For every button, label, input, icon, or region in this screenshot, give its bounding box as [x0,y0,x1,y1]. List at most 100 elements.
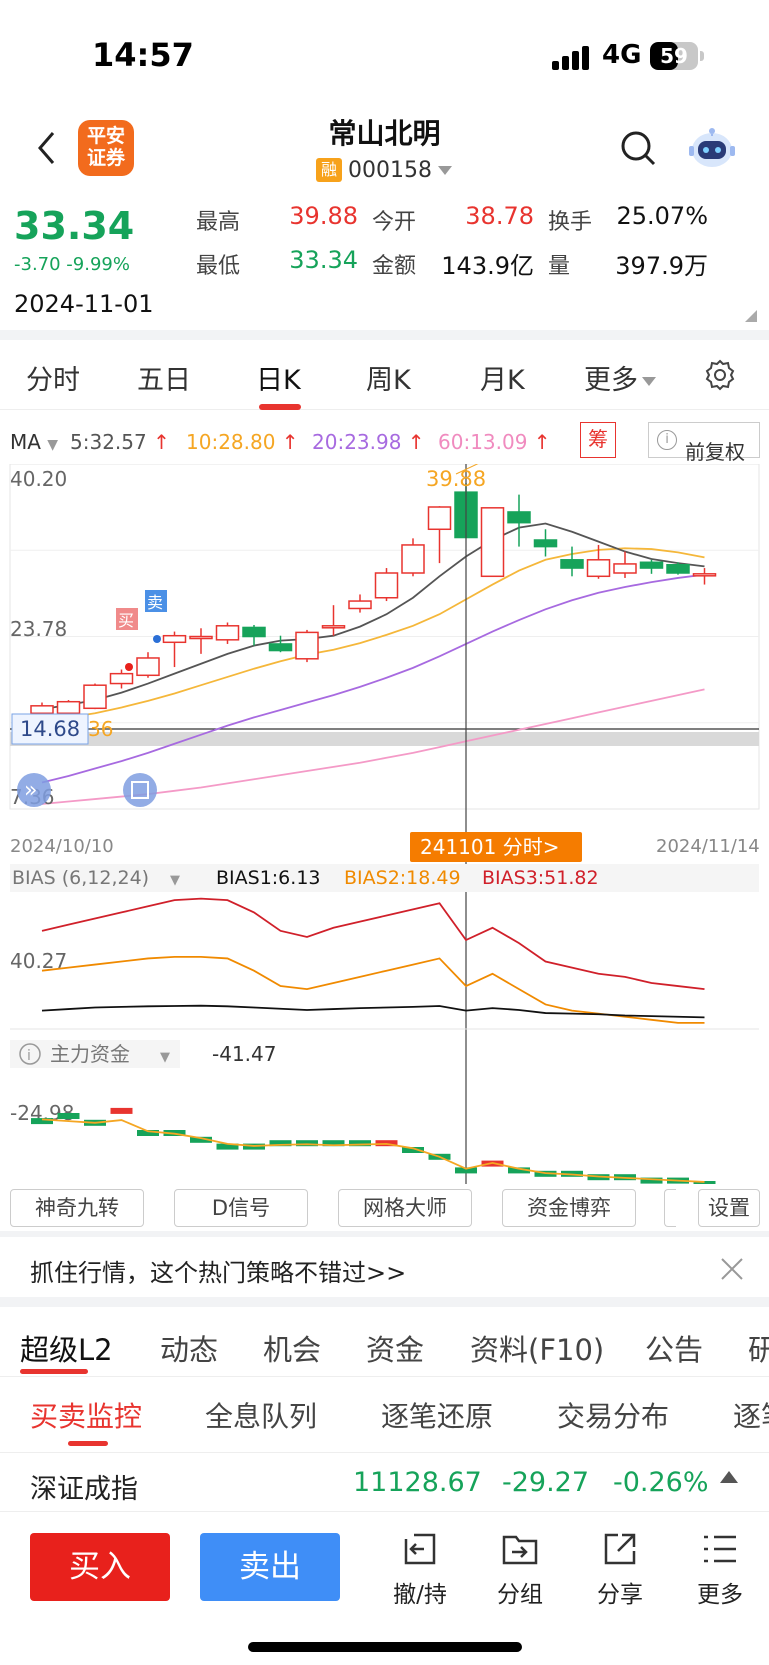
candle-body [295,631,319,660]
chevron-down-icon: ▼ [160,1050,170,1065]
tab-trade-monitor[interactable]: 买卖监控 [30,1395,142,1435]
index-ticker[interactable]: 深证成指 11128.67 -29.27 -0.26% [0,1452,769,1512]
candle-body [30,705,54,714]
tab-super-l2[interactable]: 超级L2 [20,1327,113,1369]
candle-body [242,626,266,638]
crosshair-price: 14.68 [20,717,80,741]
sell-button[interactable]: 卖出 [200,1533,340,1601]
ma5-line [41,522,705,711]
candle-body [374,572,399,599]
robot-assistant-icon[interactable] [686,122,738,174]
status-time: 14:57 [92,36,194,74]
strategy-grid-master-button[interactable]: 网格大师 [338,1189,472,1227]
strategy-toolbar: 神奇九转 D信号 网格大师 资金博弈 设置 [0,1185,769,1237]
kline-chart[interactable]: 买卖40.2023.787.3639.8814.6836»2024/10/102… [0,464,769,1184]
quote-date: 2024-11-01 [14,290,154,318]
stock-code-selector[interactable]: 融 000158 [316,156,452,184]
expand-corner-icon[interactable] [745,310,757,322]
strategy-d-signal-button[interactable]: D信号 [174,1189,308,1227]
promo-banner[interactable]: 抓住行情，这个热门策略不错过>> [0,1237,769,1297]
high-price-marker: 39.88 [426,467,486,491]
tab-research[interactable]: 研 [748,1327,769,1369]
tab-intraday[interactable]: 分时 [26,358,80,397]
candle-body [109,672,134,685]
candle-body [692,573,717,577]
chip-distribution-button[interactable]: 筹 [580,422,616,458]
ma5-value: 5:32.57 ↑ [70,430,170,454]
adjust-mode-button[interactable]: i 前复权 [648,422,760,464]
strategy-overflow-button[interactable] [664,1189,676,1227]
tab-tick-replay[interactable]: 逐笔还原 [381,1395,493,1435]
candle-body [215,625,240,641]
quote-label: 今开 [372,210,417,235]
quote-value: 397.9万 [615,252,708,280]
expand-up-icon[interactable] [720,1471,738,1483]
quote-value: 33.34 [289,246,358,274]
cancel-hold-button[interactable]: 撤/持 [380,1529,460,1609]
buy-button[interactable]: 买入 [30,1533,170,1601]
tab-trade-distribution[interactable]: 交易分布 [557,1395,669,1435]
crosshair-overlap-label: 36 [88,717,113,741]
date-start: 2024/10/10 [10,836,114,857]
candle-body [401,544,425,574]
price-axis-mid: 23.78 [10,617,67,641]
divider [0,1297,769,1307]
ma20-value: 20:23.98 ↑ [312,430,425,454]
tab-five-day[interactable]: 五日 [137,358,191,397]
tab-news[interactable]: 动态 [160,1327,218,1369]
tab-opportunity[interactable]: 机会 [263,1327,321,1369]
index-value: 11128.67 [353,1467,482,1498]
bias3-line [41,897,705,991]
index-pct: -0.26% [613,1467,709,1498]
status-bar: 14:57 4G 59 [0,0,769,110]
candle-body [56,700,81,714]
tab-order-queue[interactable]: 全息队列 [205,1395,317,1435]
period-tabs: 分时 五日 日K 周K 月K 更多 [0,340,769,410]
group-button[interactable]: 分组 [480,1529,560,1609]
candle-body [639,561,664,569]
battery-icon: 59 [650,42,698,70]
strategy-nine-turn-button[interactable]: 神奇九转 [10,1189,144,1227]
tab-weekly-k[interactable]: 周K [366,358,411,397]
strategy-settings-button[interactable]: 设置 [698,1189,760,1227]
ma-selector[interactable]: MA ▼ [10,430,58,454]
battery-level: 59 [660,44,688,68]
tab-daily-k[interactable]: 日K [256,358,301,397]
chevron-down-icon: ▼ [170,873,180,888]
double-chevron-icon: » [24,778,37,803]
fund-selector: 主力资金 [50,1042,130,1066]
candle-body [480,507,505,578]
fund-value: -41.47 [212,1042,276,1066]
tab-f10[interactable]: 资料(F10) [470,1327,604,1369]
quote-value: 38.78 [465,202,534,230]
bias3-value: BIAS3:51.82 [482,867,599,889]
info-tabs: 超级L2 动态 机会 资金 资料(F10) 公告 研 [0,1307,769,1377]
strategy-fund-game-button[interactable]: 资金博弈 [502,1189,636,1227]
tab-monthly-k[interactable]: 月K [480,358,525,397]
tab-more[interactable]: 更多 [584,358,656,397]
candle-body [613,563,637,574]
close-icon[interactable] [718,1255,746,1283]
sell-marker-label: 卖 [147,593,163,612]
candle-body [83,684,107,710]
share-button[interactable]: 分享 [580,1529,660,1609]
active-tab-indicator [259,404,301,410]
candle-body [427,506,452,531]
quote-panel: 33.34 -3.70 -9.99% 最高 39.88 今开 38.78 换手 25.07… [0,190,769,330]
candle-body [136,657,160,677]
share-icon [604,1533,636,1565]
tab-fund[interactable]: 资金 [366,1327,424,1369]
active-tab-indicator [20,1369,88,1374]
gear-icon[interactable] [703,358,737,392]
margin-badge: 融 [316,158,342,182]
info-icon-glyph: i [27,1048,31,1064]
candle-body [507,511,531,524]
bias1-line [41,1004,705,1019]
search-icon[interactable] [618,128,658,168]
network-type: 4G [602,40,642,70]
price-change: -3.70 -9.99% [14,254,130,275]
tab-announcement[interactable]: 公告 [645,1327,703,1369]
chevron-down-icon [437,165,452,175]
tab-tick-more[interactable]: 逐笔 [733,1395,769,1435]
more-button[interactable]: 更多 [680,1529,760,1609]
